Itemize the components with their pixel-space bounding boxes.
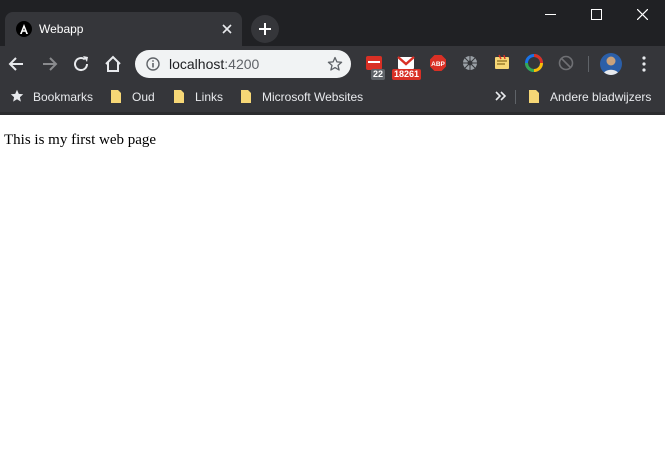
reload-icon	[74, 56, 89, 72]
browser-menu-button[interactable]	[634, 54, 654, 74]
reload-button[interactable]	[69, 52, 93, 76]
address-bar[interactable]: localhost:4200	[135, 50, 351, 78]
folder-icon	[241, 90, 251, 103]
url-port: :4200	[224, 56, 260, 72]
plus-icon	[259, 23, 271, 35]
calendar-badge: 22	[371, 69, 386, 80]
gear-extension-button[interactable]	[461, 54, 481, 74]
folder-icon	[529, 90, 539, 103]
notes-extension-button[interactable]	[493, 54, 513, 74]
disabled-extension-icon	[558, 55, 574, 71]
minimize-icon	[545, 14, 556, 15]
adblock-plus-button[interactable]: ABP	[429, 54, 449, 74]
bookmarks-bar: Bookmarks Oud Links Microsoft Websites A…	[0, 82, 665, 112]
color-picker-extension-icon	[525, 54, 543, 72]
info-icon[interactable]	[146, 57, 160, 71]
folder-icon	[174, 90, 184, 103]
gmail-badge: 18261	[392, 69, 422, 80]
chevron-double-right-icon[interactable]	[493, 89, 507, 103]
gmail-extension-button[interactable]: 18261	[392, 54, 422, 80]
page-paragraph: This is my first web page	[4, 132, 157, 148]
profile-avatar[interactable]	[600, 53, 622, 75]
calendar-extension-button[interactable]: 22	[365, 54, 386, 80]
bookmark-label: Microsoft Websites	[262, 90, 364, 104]
browser-toolbar: localhost:4200 22 18261 ABP	[0, 46, 665, 82]
bookmark-star-icon[interactable]	[327, 56, 343, 72]
bookmark-label: Oud	[132, 90, 155, 104]
forward-button[interactable]	[37, 52, 61, 76]
close-window-button[interactable]	[619, 0, 665, 30]
back-button[interactable]	[5, 52, 29, 76]
tab-close-icon[interactable]	[220, 22, 234, 36]
avatar-icon	[600, 53, 622, 75]
bookmark-label: Links	[195, 90, 224, 104]
browser-tab[interactable]: Webapp	[5, 12, 242, 46]
star-icon	[10, 89, 24, 102]
folder-icon	[111, 90, 121, 103]
angular-icon	[16, 21, 32, 37]
minimize-button[interactable]	[527, 0, 573, 30]
url-text[interactable]: localhost:4200	[169, 56, 259, 72]
maximize-button[interactable]	[573, 0, 619, 30]
new-tab-button[interactable]	[251, 15, 279, 43]
url-host: localhost	[169, 56, 225, 72]
disabled-extension-button[interactable]	[557, 54, 577, 74]
arrow-left-icon	[8, 57, 23, 71]
close-icon	[637, 9, 648, 20]
bookmark-label: Bookmarks	[33, 90, 94, 104]
bookmarks-separator	[515, 90, 516, 104]
maximize-icon	[591, 9, 602, 20]
gear-extension-icon	[463, 56, 477, 70]
home-icon	[105, 55, 121, 72]
adblock-plus-icon: ABP	[430, 55, 446, 71]
tab-strip: Webapp	[0, 0, 665, 46]
arrow-right-icon	[43, 57, 58, 71]
color-picker-extension-button[interactable]	[525, 54, 545, 74]
tab-title: Webapp	[39, 22, 84, 36]
toolbar-separator	[588, 56, 589, 72]
bookmark-label: Andere bladwijzers	[550, 90, 652, 104]
home-button[interactable]	[101, 52, 125, 76]
abp-text: ABP	[431, 61, 445, 68]
notes-extension-icon	[495, 54, 509, 69]
page-content: This is my first web page	[0, 115, 665, 457]
more-vert-icon	[642, 56, 646, 72]
